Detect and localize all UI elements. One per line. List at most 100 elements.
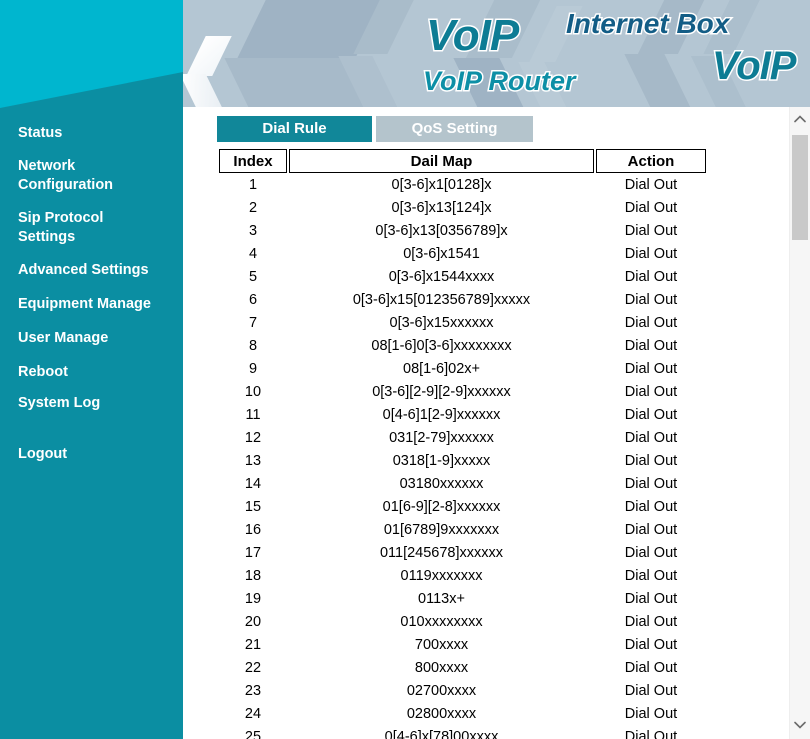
cell-action[interactable]: Dial Out [596, 196, 706, 219]
cell-dail-map: 01[6-9][2-8]xxxxxx [382, 498, 501, 515]
sidebar: Status Network Configuration Sip Protoco… [0, 0, 183, 739]
cell-action[interactable]: Dial Out [596, 311, 706, 334]
scroll-up-button[interactable] [790, 109, 810, 129]
sidebar-item-sip-protocol-settings[interactable]: Sip Protocol Settings [0, 209, 183, 247]
cell-dail-map: 700xxxx [414, 636, 469, 653]
logo-voip-primary: VoIP [424, 10, 520, 62]
cell-action[interactable]: Dial Out [596, 265, 706, 288]
cell-index: 3 [248, 222, 258, 239]
table-row: 12 031[2-79]xxxxxx Dial Out [219, 426, 706, 449]
cell-index: 14 [244, 475, 262, 492]
chevron-decoration-icon [624, 54, 694, 107]
cell-action[interactable]: Dial Out [596, 541, 706, 564]
cell-dail-map: 02800xxxx [406, 705, 477, 722]
cell-action[interactable]: Dial Out [596, 702, 706, 725]
sidebar-item-system-log[interactable]: System Log [0, 394, 183, 413]
tab-qos-setting[interactable]: QoS Setting [376, 116, 533, 142]
cell-dail-map: 0[4-6]1[2-9]xxxxxx [382, 406, 501, 423]
cell-dail-map: 0[4-6]x[78]00xxxx [384, 728, 499, 739]
cell-index: 15 [244, 498, 262, 515]
cell-index: 22 [244, 659, 262, 676]
cell-action[interactable]: Dial Out [596, 610, 706, 633]
vertical-scrollbar[interactable] [789, 107, 810, 739]
table-header-row: Index Dail Map Action [219, 149, 706, 173]
cell-dail-map: 08[1-6]02x+ [403, 360, 480, 377]
cell-action[interactable]: Dial Out [596, 633, 706, 656]
cell-action[interactable]: Dial Out [596, 173, 706, 196]
cell-action[interactable]: Dial Out [596, 426, 706, 449]
table-row: 14 03180xxxxxx Dial Out [219, 472, 706, 495]
cell-dail-map: 0113x+ [418, 590, 465, 607]
chevron-highlight-icon [183, 74, 223, 107]
dial-rule-table: Index Dail Map Action 1 0[3-6]x1[0128]x Di… [217, 149, 708, 739]
cell-dail-map: 01[6789]9xxxxxxx [383, 521, 500, 538]
cell-index: 24 [244, 705, 262, 722]
table-row: 16 01[6789]9xxxxxxx Dial Out [219, 518, 706, 541]
cell-dail-map: 0119xxxxxxx [400, 567, 483, 584]
page-root: Status Network Configuration Sip Protoco… [0, 0, 810, 739]
table-row: 13 0318[1-9]xxxxx Dial Out [219, 449, 706, 472]
sidebar-nav: Status Network Configuration Sip Protoco… [0, 108, 183, 464]
cell-action[interactable]: Dial Out [596, 656, 706, 679]
cell-dail-map: 0[3-6]x1[0128]x [391, 176, 492, 193]
table-row: 22 800xxxx Dial Out [219, 656, 706, 679]
cell-action[interactable]: Dial Out [596, 449, 706, 472]
cell-action[interactable]: Dial Out [596, 564, 706, 587]
sidebar-item-status[interactable]: Status [0, 124, 183, 143]
sidebar-item-network-configuration[interactable]: Network Configuration [0, 157, 183, 195]
tab-dial-rule[interactable]: Dial Rule [217, 116, 372, 142]
column-header-action: Action [596, 149, 706, 173]
table-row: 10 0[3-6][2-9][2-9]xxxxxx Dial Out [219, 380, 706, 403]
cell-action[interactable]: Dial Out [596, 334, 706, 357]
cell-dail-map: 02700xxxx [406, 682, 477, 699]
scrollbar-thumb[interactable] [792, 135, 808, 240]
cell-action[interactable]: Dial Out [596, 518, 706, 541]
cell-action[interactable]: Dial Out [596, 357, 706, 380]
cell-action[interactable]: Dial Out [596, 587, 706, 610]
sidebar-item-equipment-manage[interactable]: Equipment Manage [0, 295, 183, 314]
sidebar-item-advanced-settings[interactable]: Advanced Settings [0, 261, 183, 280]
table-row: 17 011[245678]xxxxxx Dial Out [219, 541, 706, 564]
cell-index: 12 [244, 429, 262, 446]
cell-index: 7 [248, 314, 258, 331]
table-row: 24 02800xxxx Dial Out [219, 702, 706, 725]
cell-index: 10 [244, 383, 262, 400]
cell-action[interactable]: Dial Out [596, 403, 706, 426]
cell-action[interactable]: Dial Out [596, 495, 706, 518]
cell-dail-map: 03180xxxxxx [399, 475, 484, 492]
sidebar-accent-wedge [0, 0, 183, 108]
cell-index: 8 [248, 337, 258, 354]
cell-action[interactable]: Dial Out [596, 472, 706, 495]
cell-dail-map: 800xxxx [414, 659, 469, 676]
cell-action[interactable]: Dial Out [596, 679, 706, 702]
cell-index: 9 [248, 360, 258, 377]
cell-action[interactable]: Dial Out [596, 219, 706, 242]
sidebar-item-user-manage[interactable]: User Manage [0, 329, 183, 348]
table-row: 20 010xxxxxxxx Dial Out [219, 610, 706, 633]
cell-dail-map: 08[1-6]0[3-6]xxxxxxxx [371, 337, 512, 354]
cell-dail-map: 0[3-6]x1544xxxx [388, 268, 495, 285]
table-body: 1 0[3-6]x1[0128]x Dial Out 2 0[3-6]x13[124]x… [219, 173, 706, 739]
logo-voip-secondary: VoIP [710, 43, 797, 90]
cell-action[interactable]: Dial Out [596, 380, 706, 403]
cell-action[interactable]: Dial Out [596, 725, 706, 739]
cell-action[interactable]: Dial Out [596, 242, 706, 265]
cell-dail-map: 0[3-6][2-9][2-9]xxxxxx [372, 383, 511, 400]
cell-index: 23 [244, 682, 262, 699]
chevron-decoration-icon [224, 58, 376, 107]
table-row: 5 0[3-6]x1544xxxx Dial Out [219, 265, 706, 288]
table-row: 3 0[3-6]x13[0356789]x Dial Out [219, 219, 706, 242]
sidebar-item-reboot[interactable]: Reboot [0, 363, 183, 382]
cell-index: 6 [248, 291, 258, 308]
cell-action[interactable]: Dial Out [596, 288, 706, 311]
logo-voip-router: VoIP Router [422, 65, 578, 98]
chevron-decoration-icon [237, 0, 391, 58]
scroll-down-button[interactable] [790, 715, 810, 735]
sidebar-item-logout[interactable]: Logout [0, 445, 183, 464]
header-banner: VoIP VoIP Router Internet Box VoIP [183, 0, 810, 107]
cell-index: 16 [244, 521, 262, 538]
table-row: 15 01[6-9][2-8]xxxxxx Dial Out [219, 495, 706, 518]
cell-index: 18 [244, 567, 262, 584]
cell-index: 25 [244, 728, 262, 739]
cell-dail-map: 0[3-6]x15xxxxxx [389, 314, 494, 331]
